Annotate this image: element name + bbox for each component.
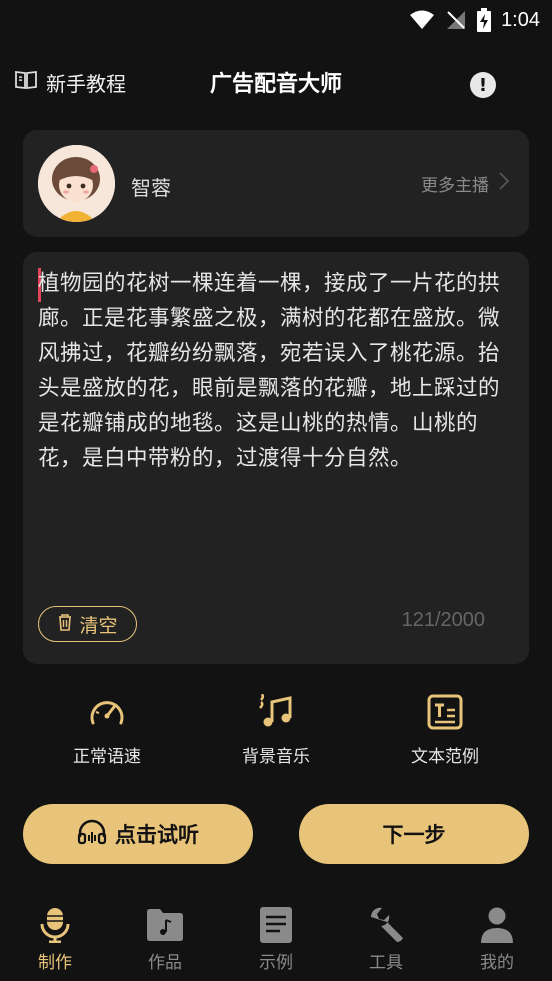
tool-row: 正常语速 背景音乐 文本范例 (0, 690, 552, 770)
anchor-name: 智蓉 (131, 176, 171, 200)
tab-works[interactable]: 作品 (110, 906, 220, 973)
no-signal-icon (445, 9, 467, 31)
script-textarea[interactable]: 植物园的花树一棵连着一棵，接成了一片花的拱廊。正是花事繁盛之极，满树的花都在盛放… (38, 266, 518, 476)
anchor-card[interactable]: 智蓉 更多主播 (23, 130, 529, 237)
tab-create[interactable]: 制作 (0, 906, 110, 973)
folder-music-icon (110, 906, 220, 944)
text-sample-icon (375, 690, 515, 734)
char-counter: 121/2000 (401, 609, 485, 631)
chevron-right-icon (499, 172, 510, 195)
more-anchors-link[interactable]: 更多主播 (421, 171, 510, 196)
music-note-icon (206, 690, 346, 734)
headphones-icon (77, 819, 107, 850)
text-editor-card: 植物园的花树一棵连着一棵，接成了一片花的拱廊。正是花事繁盛之极，满树的花都在盛放… (23, 252, 529, 664)
bottom-tab-bar: 制作 作品 示例 工具 我的 (0, 898, 552, 981)
text-sample-tool-label: 文本范例 (411, 747, 479, 767)
document-icon (221, 906, 331, 944)
tab-tools[interactable]: 工具 (331, 906, 441, 973)
tab-examples-label: 示例 (259, 953, 293, 973)
preview-label: 点击试听 (115, 823, 199, 847)
speed-tool-label: 正常语速 (73, 747, 141, 767)
bgm-tool[interactable]: 背景音乐 (206, 690, 346, 767)
bgm-tool-label: 背景音乐 (242, 747, 310, 767)
preview-button[interactable]: 点击试听 (23, 804, 253, 864)
tab-mine[interactable]: 我的 (442, 906, 552, 973)
microphone-icon (0, 906, 110, 944)
status-time: 1:04 (501, 8, 540, 31)
battery-charging-icon (477, 8, 492, 32)
tab-create-label: 制作 (38, 953, 72, 973)
more-anchors-label: 更多主播 (421, 176, 489, 196)
wifi-icon (409, 9, 435, 31)
user-icon (442, 906, 552, 944)
next-step-button[interactable]: 下一步 (299, 804, 529, 864)
wrench-icon (331, 906, 441, 944)
speed-tool[interactable]: 正常语速 (37, 690, 177, 767)
trash-icon (57, 613, 73, 636)
avatar (38, 145, 115, 222)
text-sample-tool[interactable]: 文本范例 (375, 690, 515, 767)
clear-label: 清空 (79, 614, 118, 637)
tab-examples[interactable]: 示例 (221, 906, 331, 973)
speedometer-icon (37, 690, 177, 734)
info-icon[interactable]: ! (470, 72, 496, 98)
app-header: 新手教程 广告配音大师 ! (0, 52, 552, 114)
status-bar: 1:04 (0, 0, 552, 40)
tab-mine-label: 我的 (480, 953, 514, 973)
clear-button[interactable]: 清空 (38, 606, 137, 642)
tab-tools-label: 工具 (369, 953, 403, 973)
tab-works-label: 作品 (148, 953, 182, 973)
next-step-label: 下一步 (382, 823, 446, 847)
